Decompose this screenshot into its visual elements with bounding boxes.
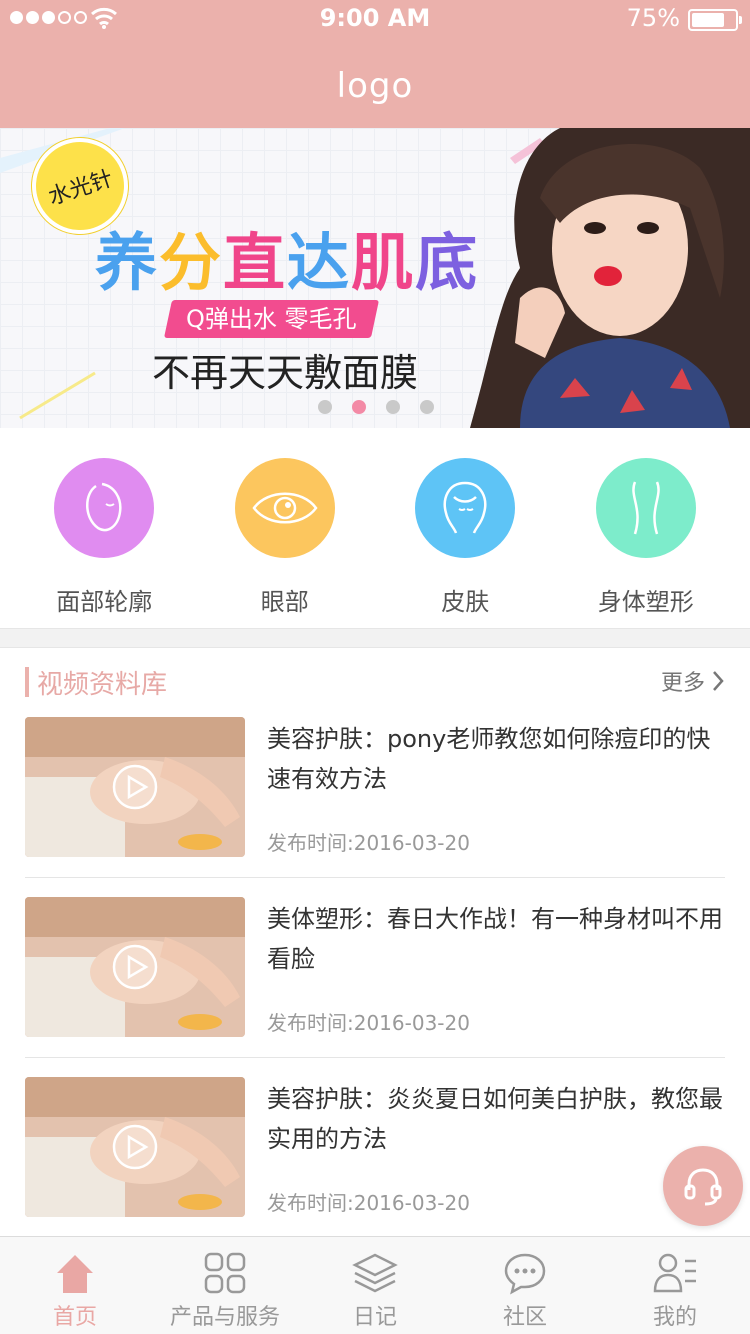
category-grid: 面部轮廓 眼部 皮肤 身体塑形 [0,428,750,628]
banner-headline: 养分直达肌底 [95,212,479,302]
bottom-tab-bar: 首页 产品与服务 日记 社区 我的 [0,1236,750,1334]
skin-icon [415,458,516,558]
banner-headline-char: 直 [223,226,288,299]
banner-headline-char: 分 [159,226,224,299]
promo-banner[interactable]: 水光针 养分直达肌底 Q弹出水 零毛孔 不再天天敷面膜 [0,128,750,428]
banner-headline-char: 肌 [351,226,416,299]
category-label: 面部轮廓 [56,588,153,616]
play-icon [112,764,158,810]
tab-label: 日记 [352,1305,397,1330]
headset-icon [684,1168,722,1206]
banner-headline-char: 养 [95,226,160,299]
layers-icon [352,1253,398,1293]
video-list-item[interactable]: 美容护肤：炎炎夏日如何美白护肤，教您最实用的方法 发布时间:2016-03-20 [25,1057,725,1257]
video-section-header: 视频资料库 更多 [25,662,725,702]
body-shape-icon [595,458,696,558]
banner-ribbon-text: Q弹出水 零毛孔 [186,305,357,333]
tab-label: 首页 [52,1305,97,1330]
tab-label: 产品与服务 [169,1305,280,1330]
banner-headline-char: 达 [287,226,352,299]
banner-tagline: 不再天天敷面膜 [152,351,419,395]
battery-icon [688,9,742,31]
battery-percent: 75% [626,4,680,32]
category-eye[interactable]: 眼部 [195,428,375,628]
play-icon [112,944,158,990]
video-title: 美体塑形：春日大作战！有一种身材叫不用看脸 [267,905,723,973]
section-accent-bar [25,667,29,697]
more-link[interactable]: 更多 [661,665,725,697]
more-label: 更多 [660,671,705,696]
app-logo: logo [336,66,414,106]
video-list-item[interactable]: 美容护肤：pony老师教您如何除痘印的快速有效方法 发布时间:2016-03-2… [25,717,725,897]
tab-diary[interactable]: 日记 [300,1237,450,1334]
carousel-indicator [318,400,434,414]
video-title: 美容护肤：pony老师教您如何除痘印的快速有效方法 [267,725,711,793]
category-skin[interactable]: 皮肤 [375,428,555,628]
category-label: 皮肤 [441,588,490,616]
home-icon [57,1255,93,1293]
carousel-dot[interactable] [420,400,434,414]
section-title: 视频资料库 [37,670,168,700]
banner-headline-char: 底 [415,226,480,299]
chat-icon [504,1253,546,1295]
tab-label: 社区 [502,1305,547,1330]
video-list-item[interactable]: 美体塑形：春日大作战！有一种身材叫不用看脸 发布时间:2016-03-20 [25,877,725,1077]
tab-products-services[interactable]: 产品与服务 [150,1237,300,1334]
video-list: 美容护肤：pony老师教您如何除痘印的快速有效方法 发布时间:2016-03-2… [25,717,725,1257]
video-thumbnail[interactable] [25,897,245,1037]
video-thumbnail[interactable] [25,717,245,857]
grid-icon [204,1252,246,1294]
status-bar: 9:00 AM 75% [0,0,750,40]
video-title: 美容护肤：炎炎夏日如何美白护肤，教您最实用的方法 [267,1085,723,1153]
profile-icon [653,1253,696,1293]
category-face-contour[interactable]: 面部轮廓 [14,428,194,628]
carousel-dot[interactable] [386,400,400,414]
category-body-shape[interactable]: 身体塑形 [556,428,736,628]
customer-support-button[interactable] [663,1146,743,1226]
banner-ribbon: Q弹出水 零毛孔 [163,300,379,338]
video-date: 发布时间:2016-03-20 [267,1191,470,1215]
carousel-dot-active[interactable] [352,400,366,414]
video-thumbnail[interactable] [25,1077,245,1217]
carousel-dot[interactable] [318,400,332,414]
category-label: 眼部 [260,588,309,616]
tab-profile[interactable]: 我的 [600,1237,750,1334]
video-date: 发布时间:2016-03-20 [267,831,470,855]
section-divider [0,628,750,648]
tab-community[interactable]: 社区 [450,1237,600,1334]
play-icon [112,1124,158,1170]
tab-home[interactable]: 首页 [0,1237,150,1334]
face-contour-icon [54,458,155,558]
eye-icon [234,458,335,558]
top-bar: 9:00 AM 75% logo [0,0,750,128]
tab-label: 我的 [652,1305,697,1330]
video-date: 发布时间:2016-03-20 [267,1011,470,1035]
category-label: 身体塑形 [597,588,694,616]
chevron-right-icon [713,671,724,691]
